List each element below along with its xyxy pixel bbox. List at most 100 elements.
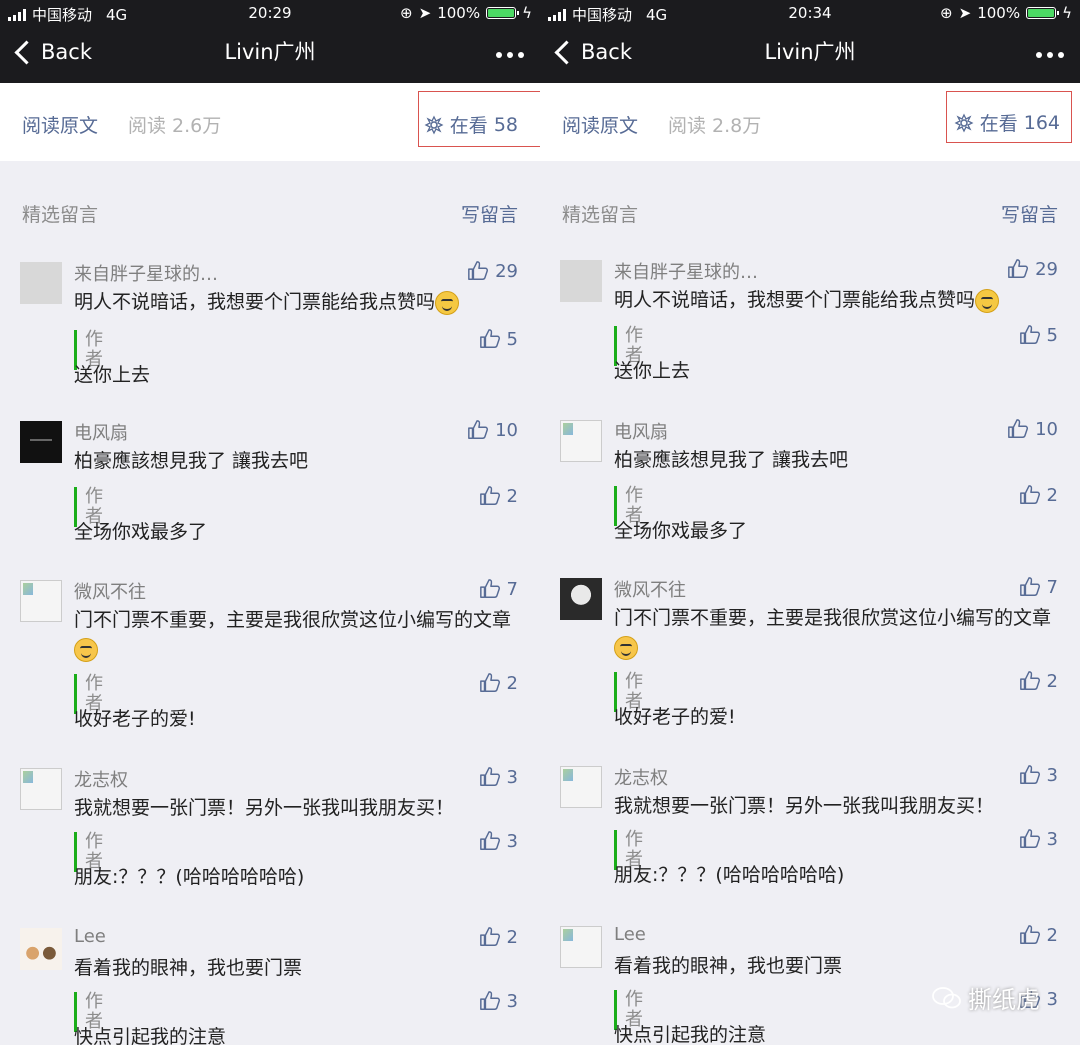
commenter-name: Lee (614, 924, 646, 945)
avatar (20, 262, 62, 304)
commenter-name: 微风不往 (74, 582, 146, 603)
battery-icon (486, 7, 520, 19)
thumbs-up-icon (479, 329, 500, 348)
reply-like-button[interactable]: 3 (479, 990, 518, 1012)
comment-text: 柏豪應該想見我了 讓我去吧 (614, 449, 849, 471)
like-button[interactable]: 3 (1019, 764, 1058, 786)
commenter-name: 微风不往 (614, 580, 686, 601)
like-button[interactable]: 7 (479, 578, 518, 600)
flower-icon (424, 115, 444, 134)
like-button[interactable]: 29 (467, 260, 518, 282)
commenter-name: 来自胖子星球的… (74, 264, 218, 285)
commenter-name: Lee (74, 926, 106, 947)
thumbs-up-icon (479, 991, 500, 1010)
reply-like-count: 2 (506, 485, 518, 507)
avatar (20, 580, 62, 622)
reply-like-button[interactable]: 2 (479, 485, 518, 507)
flower-icon (954, 113, 974, 132)
like-count: 2 (506, 926, 518, 948)
phone-screen-right: 中国移动 4G 20:34 ⊕ ➤ 100% ϟ Back Livin广州 阅读… (540, 0, 1080, 1045)
page-title: Livin广州 (224, 40, 316, 64)
screens-container: 中国移动 4G 20:29 ⊕ ➤ 100% ϟ Back Livin广州 阅读… (0, 0, 1080, 1045)
thumbs-up-icon (1019, 325, 1040, 344)
more-button[interactable] (496, 52, 524, 58)
write-comment-link[interactable]: 写留言 (1001, 200, 1058, 227)
smile-emoji-icon (435, 290, 460, 315)
battery-icon (1026, 7, 1060, 19)
thumbs-up-icon (1008, 259, 1029, 278)
zaikan-label: 在看 (449, 115, 488, 137)
orientation-lock-icon: ⊕ (400, 4, 413, 22)
like-button[interactable]: 10 (1007, 418, 1058, 440)
reply-like-count: 3 (506, 990, 518, 1012)
read-row: 阅读原文 阅读 2.6万 在看 58 (0, 83, 540, 161)
write-comment-link[interactable]: 写留言 (461, 200, 518, 227)
thumbs-up-icon (1019, 671, 1040, 690)
read-count: 阅读 2.6万 (128, 115, 222, 137)
reply-like-button[interactable]: 3 (1019, 828, 1058, 850)
avatar (20, 768, 62, 810)
reply-like-count: 2 (1046, 484, 1058, 506)
reply-text: 全场你戏最多了 (614, 520, 748, 542)
reply-text: 送你上去 (74, 364, 151, 386)
comment-text: 门不门票不重要，主要是我很欣赏这位小编写的文章 (74, 606, 514, 664)
smile-emoji-icon (975, 288, 1000, 313)
thumbs-up-icon (468, 420, 489, 439)
reply-text: 朋友:？？？(哈哈哈哈哈哈) (74, 866, 305, 888)
like-count: 3 (506, 766, 518, 788)
zaikan-button[interactable]: 在看 164 (954, 109, 1060, 136)
reply-like-button[interactable]: 2 (479, 672, 518, 694)
reply-like-count: 5 (506, 328, 518, 350)
reply-like-button[interactable]: 5 (479, 328, 518, 350)
reply-like-count: 2 (506, 672, 518, 694)
blush-emoji-icon (614, 635, 638, 660)
comment-text: 门不门票不重要，主要是我很欣赏这位小编写的文章 (614, 604, 1054, 662)
reply-text: 快点引起我的注意 (74, 1026, 227, 1045)
like-button[interactable]: 7 (1019, 576, 1058, 598)
reply-text: 收好老子的爱! (74, 708, 196, 730)
status-bar: 中国移动 4G 20:34 ⊕ ➤ 100% ϟ (540, 0, 1080, 28)
like-button[interactable]: 3 (479, 766, 518, 788)
thumbs-up-icon (479, 927, 500, 946)
page-title: Livin广州 (764, 40, 856, 64)
status-right: ⊕ ➤ 100% ϟ (400, 4, 532, 22)
like-count: 3 (1046, 764, 1058, 786)
thumbs-up-icon (479, 673, 500, 692)
reply-like-button[interactable]: 3 (479, 830, 518, 852)
comment-text: 看着我的眼神，我也要门票 (614, 955, 843, 977)
reply-text: 收好老子的爱! (614, 706, 736, 728)
thumbs-up-icon (479, 579, 500, 598)
thumbs-up-icon (479, 767, 500, 786)
battery-percent: 100% (437, 4, 481, 22)
thumbs-up-icon (1019, 577, 1040, 596)
comment-text: 柏豪應該想見我了 讓我去吧 (74, 450, 309, 472)
reply-like-count: 3 (506, 830, 518, 852)
reply-like-button[interactable]: 2 (1019, 484, 1058, 506)
like-button[interactable]: 2 (479, 926, 518, 948)
reply-text: 送你上去 (614, 360, 691, 382)
thumbs-up-icon (1008, 419, 1029, 438)
thumbs-up-icon (479, 486, 500, 505)
read-count: 阅读 2.8万 (668, 115, 762, 137)
more-button[interactable] (1036, 52, 1064, 58)
like-button[interactable]: 2 (1019, 924, 1058, 946)
like-count: 2 (1046, 924, 1058, 946)
comments-title: 精选留言 (562, 204, 639, 226)
comment-text: 我就想要一张门票！另外一张我叫我朋友买！ (74, 797, 455, 819)
charging-icon: ϟ (1062, 4, 1072, 22)
zaikan-button[interactable]: 在看 58 (424, 111, 518, 138)
like-button[interactable]: 10 (467, 419, 518, 441)
like-count: 7 (506, 578, 518, 600)
orientation-lock-icon: ⊕ (940, 4, 953, 22)
like-count: 10 (1035, 418, 1058, 440)
reply-like-button[interactable]: 5 (1019, 324, 1058, 346)
like-button[interactable]: 29 (1007, 258, 1058, 280)
comment-text: 看着我的眼神，我也要门票 (74, 957, 303, 979)
reply-like-button[interactable]: 2 (1019, 670, 1058, 692)
read-original-link[interactable]: 阅读原文 (22, 111, 98, 138)
location-arrow-icon: ➤ (418, 4, 432, 22)
wechat-icon (932, 986, 961, 1008)
read-original-link[interactable]: 阅读原文 (562, 111, 638, 138)
watermark-text: 撕纸虎 (968, 986, 1040, 1014)
like-count: 7 (1046, 576, 1058, 598)
